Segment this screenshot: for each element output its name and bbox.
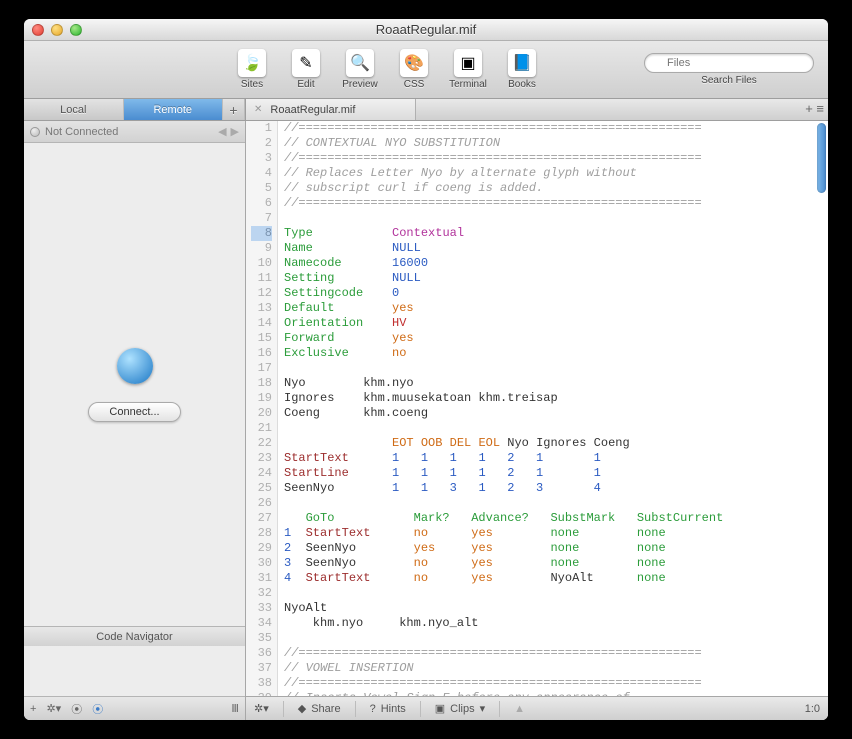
search-input[interactable]	[644, 53, 814, 73]
gear-icon[interactable]: ✲▾	[254, 702, 269, 715]
minimize-icon[interactable]	[51, 24, 63, 36]
css-icon: 🎨	[400, 49, 428, 77]
close-icon[interactable]	[32, 24, 44, 36]
search-label: Search Files	[701, 75, 757, 86]
nav-back-icon[interactable]: ◀	[218, 125, 226, 138]
share-icon: ◆	[298, 702, 306, 715]
clips-icon: ▣	[435, 702, 445, 715]
add-icon[interactable]: +	[30, 703, 36, 715]
toolbar-edit-button[interactable]: ✎Edit	[282, 49, 330, 90]
editor-pane: 1234567891011121314151617181920212223242…	[246, 121, 828, 720]
tab-local[interactable]: Local	[24, 99, 124, 120]
sites-icon: 🍃	[238, 49, 266, 77]
window-title: RoaatRegular.mif	[24, 22, 828, 37]
editor-tab-add-icon[interactable]: + ≡	[805, 101, 824, 116]
nav-forward-icon[interactable]: ▶	[231, 125, 239, 138]
editor-tab[interactable]: ✕ RoaatRegular.mif	[246, 99, 416, 120]
hints-button[interactable]: ?Hints	[370, 703, 406, 715]
status-dot-icon	[30, 127, 40, 137]
tab-add-button[interactable]: +	[223, 99, 245, 120]
line-gutter: 1234567891011121314151617181920212223242…	[246, 121, 278, 696]
titlebar: RoaatRegular.mif	[24, 19, 828, 41]
preview-icon: 🔍	[346, 49, 374, 77]
editor-tab-label: RoaatRegular.mif	[270, 104, 355, 116]
code-navigator-header[interactable]: Code Navigator	[24, 626, 245, 646]
signal-icon[interactable]: ⦿	[71, 701, 82, 717]
sidebar: Not Connected ◀ ▶ Connect... Code Naviga…	[24, 121, 246, 720]
toolbar-sites-button[interactable]: 🍃Sites	[228, 49, 276, 90]
editor-bottom-bar: ✲▾ ◆Share ?Hints ▣Clips▾ ▲ 1:0	[246, 696, 828, 720]
gear-icon[interactable]: ✲▾	[46, 702, 61, 715]
hints-icon: ?	[370, 703, 376, 715]
info-icon[interactable]: ⦿	[92, 701, 103, 717]
toolbar-books-button[interactable]: 📘Books	[498, 49, 546, 90]
tab-remote[interactable]: Remote	[124, 99, 224, 120]
connection-status-row: Not Connected ◀ ▶	[24, 121, 245, 143]
warning-icon[interactable]: ▲	[514, 703, 525, 715]
connection-status: Not Connected	[45, 126, 118, 138]
edit-icon: ✎	[292, 49, 320, 77]
toolbar-terminal-button[interactable]: ▣Terminal	[444, 49, 492, 90]
close-tab-icon[interactable]: ✕	[254, 104, 262, 115]
connect-button[interactable]: Connect...	[88, 402, 180, 422]
traffic-lights	[32, 24, 82, 36]
share-button[interactable]: ◆Share	[298, 702, 341, 715]
columns-icon[interactable]: Ⅲ	[231, 702, 239, 715]
app-window: RoaatRegular.mif 🍃Sites✎Edit🔍Preview🎨CSS…	[24, 19, 828, 720]
globe-icon	[117, 348, 153, 384]
cursor-position: 1:0	[805, 703, 820, 715]
search-field-wrap	[644, 53, 814, 73]
clips-button[interactable]: ▣Clips▾	[435, 702, 485, 715]
toolbar: 🍃Sites✎Edit🔍Preview🎨CSS▣Terminal📘Books S…	[24, 41, 828, 99]
code-area[interactable]: //======================================…	[278, 121, 828, 696]
terminal-icon: ▣	[454, 49, 482, 77]
toolbar-css-button[interactable]: 🎨CSS	[390, 49, 438, 90]
sidebar-footer: + ✲▾ ⦿ ⦿ Ⅲ	[24, 696, 245, 720]
tab-strip: Local Remote + ✕ RoaatRegular.mif + ≡	[24, 99, 828, 121]
toolbar-preview-button[interactable]: 🔍Preview	[336, 49, 384, 90]
scrollbar[interactable]	[817, 123, 826, 193]
zoom-icon[interactable]	[70, 24, 82, 36]
books-icon: 📘	[508, 49, 536, 77]
